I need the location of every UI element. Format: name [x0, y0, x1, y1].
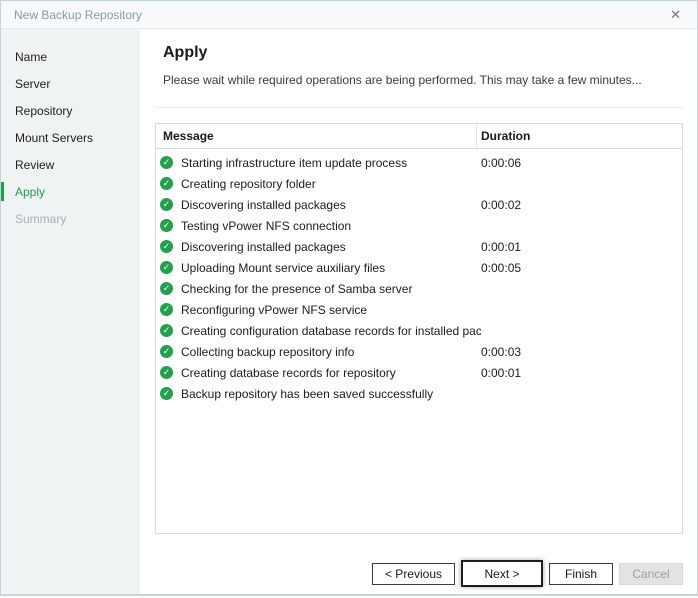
title-bar: New Backup Repository ✕ — [1, 1, 697, 29]
sidebar-item-mount-servers[interactable]: Mount Servers — [1, 124, 140, 151]
sidebar-item-server[interactable]: Server — [1, 70, 140, 97]
table-header-row: Message Duration — [156, 124, 682, 149]
message-cell: Backup repository has been saved success… — [181, 387, 481, 401]
finish-button[interactable]: Finish — [549, 563, 613, 585]
window-title: New Backup Repository — [14, 8, 142, 22]
success-check-icon: ✓ — [160, 366, 173, 379]
column-header-duration: Duration — [477, 124, 682, 148]
operations-table-body: ✓ Starting infrastructure item update pr… — [156, 149, 682, 404]
sidebar-item-review[interactable]: Review — [1, 151, 140, 178]
success-check-icon: ✓ — [160, 261, 173, 274]
wizard-steps-sidebar: Name Server Repository Mount Servers Rev… — [1, 29, 140, 594]
button-label: < Previous — [385, 567, 442, 581]
table-row: ✓ Creating repository folder — [156, 173, 682, 194]
message-cell: Creating configuration database records … — [181, 324, 481, 338]
table-row: ✓ Discovering installed packages 0:00:02 — [156, 194, 682, 215]
table-row: ✓ Collecting backup repository info 0:00… — [156, 341, 682, 362]
success-check-icon: ✓ — [160, 282, 173, 295]
cancel-button: Cancel — [619, 563, 683, 585]
message-cell: Collecting backup repository info — [181, 345, 481, 359]
table-row: ✓ Checking for the presence of Samba ser… — [156, 278, 682, 299]
duration-cell: 0:00:06 — [481, 156, 682, 170]
column-header-message: Message — [156, 124, 477, 148]
sidebar-item-apply[interactable]: Apply — [1, 178, 140, 205]
previous-button[interactable]: < Previous — [372, 563, 455, 585]
table-row: ✓ Creating configuration database record… — [156, 320, 682, 341]
page-description: Please wait while required operations ar… — [163, 73, 697, 87]
table-row: ✓ Creating database records for reposito… — [156, 362, 682, 383]
sidebar-item-summary: Summary — [1, 205, 140, 232]
message-cell: Creating database records for repository — [181, 366, 481, 380]
success-check-icon: ✓ — [160, 303, 173, 316]
success-check-icon: ✓ — [160, 198, 173, 211]
success-check-icon: ✓ — [160, 156, 173, 169]
wizard-content: Name Server Repository Mount Servers Rev… — [1, 29, 697, 594]
success-check-icon: ✓ — [160, 219, 173, 232]
duration-cell: 0:00:02 — [481, 198, 682, 212]
sidebar-item-label: Server — [15, 77, 50, 91]
button-label: Cancel — [632, 567, 669, 581]
table-row: ✓ Reconfiguring vPower NFS service — [156, 299, 682, 320]
success-check-icon: ✓ — [160, 177, 173, 190]
message-cell: Uploading Mount service auxiliary files — [181, 261, 481, 275]
apply-step-panel: Apply Please wait while required operati… — [140, 29, 697, 594]
page-title: Apply — [163, 44, 697, 62]
message-cell: Testing vPower NFS connection — [181, 219, 481, 233]
table-row: ✓ Discovering installed packages 0:00:01 — [156, 236, 682, 257]
message-cell: Discovering installed packages — [181, 240, 481, 254]
message-cell: Discovering installed packages — [181, 198, 481, 212]
sidebar-item-label: Summary — [15, 212, 66, 226]
button-label: Next > — [484, 567, 519, 581]
success-check-icon: ✓ — [160, 240, 173, 253]
sidebar-item-label: Name — [15, 50, 47, 64]
close-icon[interactable]: ✕ — [666, 6, 685, 23]
message-cell: Checking for the presence of Samba serve… — [181, 282, 481, 296]
duration-cell: 0:00:01 — [481, 366, 682, 380]
button-label: Finish — [565, 567, 597, 581]
sidebar-item-label: Apply — [15, 185, 45, 199]
sidebar-item-label: Repository — [15, 104, 72, 118]
duration-cell: 0:00:05 — [481, 261, 682, 275]
table-row: ✓ Backup repository has been saved succe… — [156, 383, 682, 404]
success-check-icon: ✓ — [160, 345, 173, 358]
duration-cell: 0:00:01 — [481, 240, 682, 254]
section-divider — [155, 107, 683, 108]
success-check-icon: ✓ — [160, 387, 173, 400]
wizard-window: New Backup Repository ✕ Name Server Repo… — [0, 0, 698, 596]
operations-table: Message Duration ✓ Starting infrastructu… — [155, 123, 683, 534]
next-button[interactable]: Next > — [461, 560, 543, 587]
wizard-buttons: < Previous Next > Finish Cancel — [372, 560, 683, 587]
sidebar-item-name[interactable]: Name — [1, 43, 140, 70]
sidebar-item-label: Mount Servers — [15, 131, 93, 145]
success-check-icon: ✓ — [160, 324, 173, 337]
sidebar-item-repository[interactable]: Repository — [1, 97, 140, 124]
sidebar-item-label: Review — [15, 158, 54, 172]
message-cell: Starting infrastructure item update proc… — [181, 156, 481, 170]
table-row: ✓ Testing vPower NFS connection — [156, 215, 682, 236]
table-row: ✓ Uploading Mount service auxiliary file… — [156, 257, 682, 278]
table-row: ✓ Starting infrastructure item update pr… — [156, 152, 682, 173]
message-cell: Creating repository folder — [181, 177, 481, 191]
duration-cell: 0:00:03 — [481, 345, 682, 359]
message-cell: Reconfiguring vPower NFS service — [181, 303, 481, 317]
